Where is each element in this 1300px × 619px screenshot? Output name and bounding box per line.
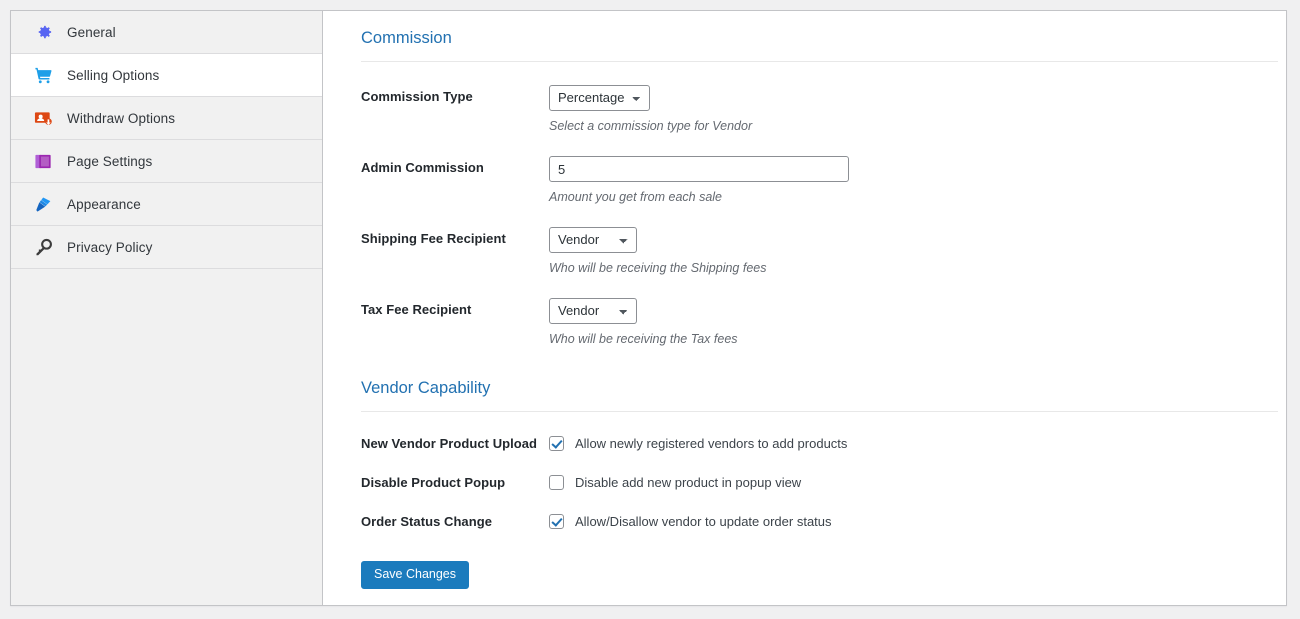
checkbox-box[interactable] (549, 436, 564, 451)
paintbrush-icon (33, 194, 53, 214)
sidebar-item-label: Appearance (67, 196, 141, 212)
field-label: New Vendor Product Upload (361, 436, 538, 451)
checkbox-label: Allow newly registered vendors to add pr… (575, 436, 848, 451)
sidebar-item-label: Page Settings (67, 153, 153, 169)
field-label: Order Status Change (361, 514, 492, 529)
key-icon (33, 237, 53, 257)
admin-commission-input[interactable] (549, 156, 849, 182)
field-commission-type: Commission Type Percentage Select a comm… (361, 62, 1286, 133)
order-status-change-checkbox[interactable]: Allow/Disallow vendor to update order st… (549, 514, 832, 529)
checkbox-label: Disable add new product in popup view (575, 475, 802, 490)
field-help-text: Who will be receiving the Tax fees (549, 332, 738, 346)
settings-content: Commission Commission Type Percentage Se… (323, 11, 1286, 605)
sidebar-item-general[interactable]: General (11, 11, 322, 54)
sidebar-item-appearance[interactable]: Appearance (11, 183, 322, 226)
sidebar-item-selling-options[interactable]: Selling Options (11, 54, 322, 97)
new-vendor-product-upload-checkbox[interactable]: Allow newly registered vendors to add pr… (549, 436, 847, 451)
section-title-vendor-capability: Vendor Capability (361, 379, 491, 397)
withdraw-icon (33, 108, 53, 128)
field-tax-fee-recipient: Tax Fee Recipient Vendor Who will be rec… (361, 275, 1286, 346)
field-label: Tax Fee Recipient (361, 302, 472, 317)
field-help-text: Who will be receiving the Shipping fees (549, 261, 767, 275)
sidebar-item-label: Withdraw Options (67, 110, 176, 126)
tax-fee-recipient-select[interactable]: Vendor (549, 298, 637, 324)
shipping-fee-recipient-select[interactable]: Vendor (549, 227, 637, 253)
field-help-text: Select a commission type for Vendor (549, 119, 753, 133)
gear-icon (33, 22, 53, 42)
save-actions: Save Changes (361, 529, 1286, 589)
field-label: Disable Product Popup (361, 475, 506, 490)
checkbox-label: Allow/Disallow vendor to update order st… (575, 514, 832, 529)
sidebar-item-label: Privacy Policy (67, 239, 153, 255)
field-order-status-change: Order Status Change Allow/Disallow vendo… (361, 490, 1286, 529)
field-new-vendor-product-upload: New Vendor Product Upload Allow newly re… (361, 412, 1286, 451)
field-disable-product-popup: Disable Product Popup Disable add new pr… (361, 451, 1286, 490)
field-shipping-fee-recipient: Shipping Fee Recipient Vendor Who will b… (361, 204, 1286, 275)
sidebar-item-page-settings[interactable]: Page Settings (11, 140, 322, 183)
sidebar-item-privacy-policy[interactable]: Privacy Policy (11, 226, 322, 269)
settings-panel: General Selling Options Withdraw Options… (10, 10, 1287, 606)
field-label: Shipping Fee Recipient (361, 231, 506, 246)
disable-product-popup-checkbox[interactable]: Disable add new product in popup view (549, 475, 801, 490)
checkbox-box[interactable] (549, 475, 564, 490)
cart-icon (33, 65, 53, 85)
save-changes-button[interactable]: Save Changes (361, 561, 470, 589)
checkbox-box[interactable] (549, 514, 564, 529)
field-label: Admin Commission (361, 160, 484, 175)
sidebar-item-label: Selling Options (67, 67, 160, 83)
commission-type-select[interactable]: Percentage (549, 85, 650, 111)
sidebar-item-withdraw-options[interactable]: Withdraw Options (11, 97, 322, 140)
pages-icon (33, 151, 53, 171)
field-label: Commission Type (361, 89, 473, 104)
field-help-text: Amount you get from each sale (549, 190, 723, 204)
settings-sidebar: General Selling Options Withdraw Options… (11, 11, 323, 605)
sidebar-item-label: General (67, 24, 116, 40)
field-admin-commission: Admin Commission Amount you get from eac… (361, 133, 1286, 204)
section-title-commission: Commission (361, 29, 452, 47)
